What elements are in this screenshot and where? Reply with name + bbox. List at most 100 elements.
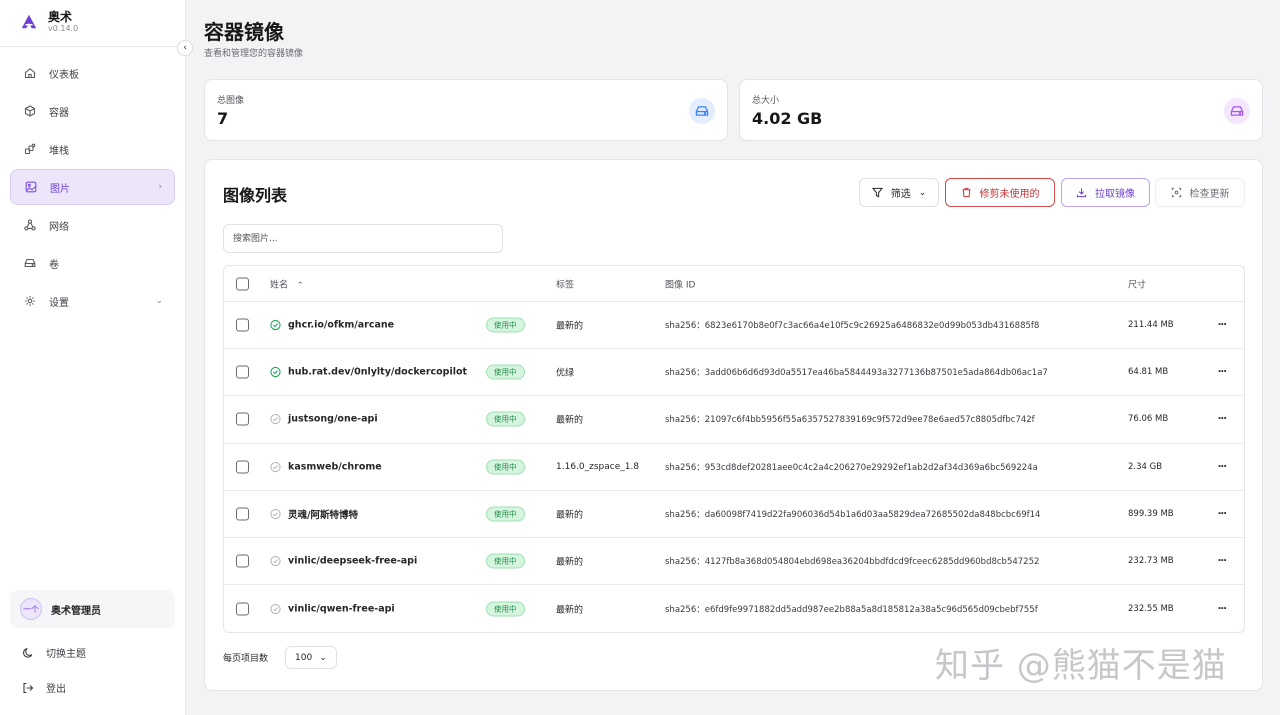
- more-actions-icon[interactable]: ···: [1218, 320, 1227, 331]
- column-label: 姓名: [270, 280, 289, 290]
- app-name: 奥术: [48, 10, 73, 24]
- image-name[interactable]: ghcr.io/ofkm/arcane: [288, 320, 394, 331]
- image-name[interactable]: vinlic/deepseek-free-api: [288, 556, 417, 567]
- sidebar-item-containers[interactable]: 容器: [10, 93, 175, 129]
- table-row[interactable]: hub.rat.dev/0nlylty/dockercopilot 使用中 优绿 sh…: [224, 349, 1244, 397]
- watermark: 知乎 @熊猫不是猫: [935, 646, 1227, 686]
- stack-icon: [24, 143, 36, 155]
- table-body: ghcr.io/ofkm/arcane 使用中 最新的 sha256：6823e617…: [224, 302, 1244, 632]
- brand[interactable]: 奥术 v0.14.0: [20, 10, 78, 34]
- column-header-size: 尺寸: [1128, 280, 1147, 290]
- row-checkbox[interactable]: [236, 602, 249, 616]
- sidebar-item-label: 图片: [50, 183, 70, 195]
- image-name[interactable]: vinlic/qwen-free-api: [288, 603, 395, 614]
- image-name[interactable]: 灵魂/阿斯特博特: [288, 507, 358, 521]
- check-circle-icon: [270, 367, 281, 378]
- prune-unused-button[interactable]: 修剪未使用的: [945, 178, 1055, 207]
- per-page-select[interactable]: 100 ⌄: [285, 646, 337, 669]
- table-row[interactable]: 灵魂/阿斯特博特 使用中 最新的 sha256：da60098f7419d22fa90…: [224, 491, 1244, 538]
- column-header-id: 图像 ID: [665, 280, 696, 290]
- more-actions-icon[interactable]: ···: [1218, 414, 1227, 425]
- sidebar-item-label: 卷: [49, 259, 59, 271]
- per-page-label: 每页项目数: [223, 654, 269, 664]
- sidebar-item-settings[interactable]: 设置 ⌄: [10, 283, 175, 319]
- status-circle-icon: [270, 414, 281, 425]
- sidebar-item-networks[interactable]: 网络: [10, 207, 175, 243]
- pull-label: 拉取镜像: [1095, 189, 1135, 200]
- status-circle-icon: [270, 603, 281, 614]
- image-name[interactable]: justsong/one-api: [288, 414, 378, 425]
- status-badge: 使用中: [486, 553, 525, 569]
- avatar: 一个: [20, 598, 42, 620]
- image-id: sha256：21097c6f4bb5956f55a6357527839169c…: [665, 415, 1035, 426]
- sidebar-item-stacks[interactable]: 堆栈: [10, 131, 175, 167]
- row-checkbox[interactable]: [236, 554, 249, 568]
- theme-toggle[interactable]: 切换主题: [22, 645, 86, 660]
- table-row[interactable]: vinlic/deepseek-free-api 使用中 最新的 sha256：412…: [224, 538, 1244, 586]
- image-tag: 最新的: [556, 605, 584, 616]
- image-tag: 优绿: [556, 368, 575, 379]
- sidebar: 奥术 v0.14.0 仪表板 容器 堆栈 图片 › 网络 卷 设置 ⌄ 一个 奥…: [0, 0, 186, 715]
- sidebar-item-dashboard[interactable]: 仪表板: [10, 55, 175, 91]
- stat-label: 总大小: [752, 96, 780, 106]
- pull-image-button[interactable]: 拉取镜像: [1061, 178, 1150, 207]
- search-input[interactable]: [223, 224, 503, 253]
- more-actions-icon[interactable]: ···: [1218, 603, 1227, 614]
- image-size: 211.44 MB: [1128, 320, 1174, 331]
- row-checkbox[interactable]: [236, 460, 249, 474]
- image-list-card: 图像列表 筛选 ⌄ 修剪未使用的 拉取镜像 检查更新 姓名 ⌃ 标签 图像 ID…: [204, 159, 1263, 691]
- download-icon: [1076, 188, 1087, 198]
- user-name: 奥术管理员: [51, 605, 101, 617]
- table-row[interactable]: kasmweb/chrome 使用中 1.16.0_zspace_1.8 sha256…: [224, 444, 1244, 491]
- box-icon: [24, 105, 36, 117]
- collapse-sidebar-button[interactable]: ‹: [177, 40, 193, 56]
- app-version: v0.14.0: [48, 24, 79, 33]
- check-updates-label: 检查更新: [1189, 189, 1230, 200]
- sidebar-item-label: 堆栈: [49, 145, 69, 157]
- chevron-left-icon: ‹: [183, 43, 187, 53]
- filter-button[interactable]: 筛选 ⌄: [859, 178, 939, 207]
- row-checkbox[interactable]: [236, 318, 249, 332]
- sidebar-item-label: 设置: [49, 297, 69, 309]
- status-circle-icon: [270, 508, 281, 519]
- image-name[interactable]: kasmweb/chrome: [288, 461, 382, 472]
- row-checkbox[interactable]: [236, 365, 249, 379]
- check-updates-button[interactable]: 检查更新: [1155, 178, 1245, 207]
- image-name[interactable]: hub.rat.dev/0nlylty/dockercopilot: [288, 367, 467, 378]
- more-actions-icon[interactable]: ···: [1218, 461, 1227, 472]
- image-id: sha256：4127fb8a368d054804ebd698ea36204bb…: [665, 557, 1040, 568]
- chevron-down-icon: ⌄: [918, 187, 927, 198]
- drive-icon: [24, 257, 36, 269]
- status-badge: 使用中: [486, 317, 525, 333]
- status-badge: 使用中: [486, 459, 525, 475]
- row-checkbox[interactable]: [236, 412, 249, 426]
- logout-label: 登出: [46, 684, 66, 695]
- image-tag: 最新的: [556, 321, 584, 332]
- chevron-right-icon: ›: [158, 182, 162, 192]
- stat-card-total-size: 总大小 4.02 GB: [739, 79, 1263, 141]
- image-id: sha256：953cd8def20281aee0c4c2a4c206270e2…: [665, 462, 1038, 473]
- status-badge: 使用中: [486, 601, 525, 617]
- user-card[interactable]: 一个 奥术管理员: [10, 590, 175, 628]
- stat-value: 4.02 GB: [752, 109, 823, 128]
- sidebar-nav: 仪表板 容器 堆栈 图片 › 网络 卷 设置 ⌄: [10, 55, 175, 321]
- image-size: 899.39 MB: [1128, 508, 1174, 519]
- table-header: 姓名 ⌃ 标签 图像 ID 尺寸: [224, 266, 1244, 302]
- more-actions-icon[interactable]: ···: [1218, 508, 1227, 519]
- more-actions-icon[interactable]: ···: [1218, 556, 1227, 567]
- table-row[interactable]: ghcr.io/ofkm/arcane 使用中 最新的 sha256：6823e617…: [224, 302, 1244, 350]
- table-row[interactable]: justsong/one-api 使用中 最新的 sha256：21097c6f4bb…: [224, 396, 1244, 444]
- check-circle-icon: [270, 319, 281, 331]
- chevron-down-icon: ⌄: [155, 296, 163, 306]
- image-size: 232.73 MB: [1128, 556, 1174, 567]
- status-badge: 使用中: [486, 364, 525, 380]
- logout-button[interactable]: 登出: [22, 680, 66, 695]
- column-header-name[interactable]: 姓名 ⌃: [270, 277, 304, 290]
- table-row[interactable]: vinlic/qwen-free-api 使用中 最新的 sha256：e6fd9fe…: [224, 585, 1244, 632]
- images-table: 姓名 ⌃ 标签 图像 ID 尺寸 ghcr.io/ofkm/arcane 使用中最…: [223, 265, 1245, 633]
- sidebar-item-volumes[interactable]: 卷: [10, 245, 175, 281]
- sidebar-item-images[interactable]: 图片 ›: [10, 169, 175, 205]
- row-checkbox[interactable]: [236, 507, 249, 521]
- select-all-checkbox[interactable]: [236, 277, 249, 290]
- more-actions-icon[interactable]: ···: [1218, 367, 1227, 378]
